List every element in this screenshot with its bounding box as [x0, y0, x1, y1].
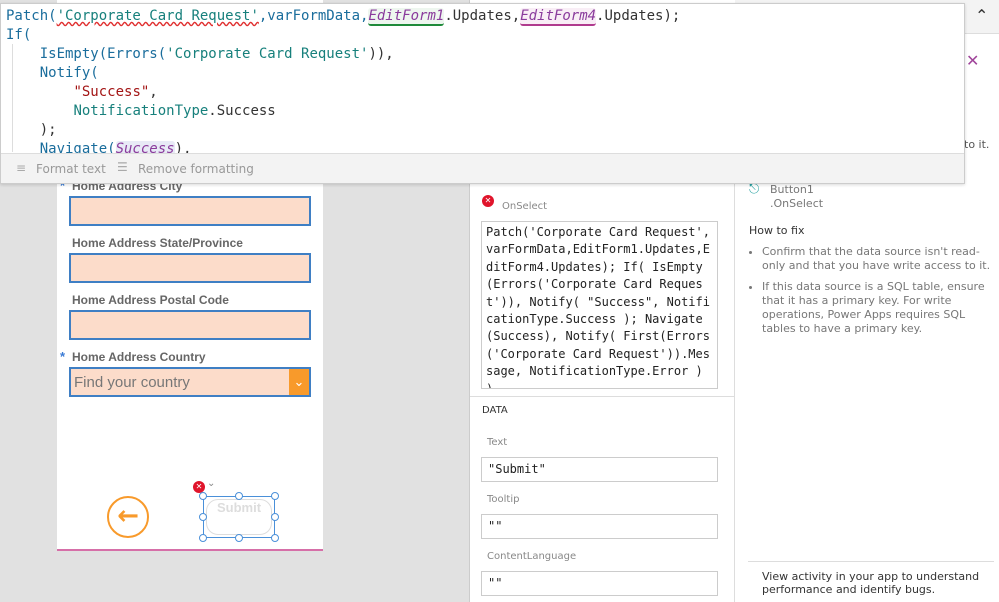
field-label: Home Address State/Province: [72, 236, 243, 250]
how-to-fix-heading: How to fix: [749, 224, 805, 237]
code-token: EditForm4: [520, 8, 597, 26]
submit-label: Submit: [206, 499, 272, 535]
code-token: NotificationType: [73, 103, 209, 119]
onselect-formula[interactable]: Patch('Corporate Card Request',varFormDa…: [481, 221, 718, 389]
partial-text: to it.: [964, 138, 990, 151]
code-line: If(: [6, 26, 680, 45]
property-name: .OnSelect: [770, 197, 824, 210]
code-token: )),: [368, 46, 394, 62]
state-input[interactable]: [69, 253, 311, 283]
code-token: .Updates);: [596, 8, 681, 24]
resize-handle[interactable]: [235, 534, 243, 542]
tooltip-label: Tooltip: [487, 494, 520, 505]
submit-button[interactable]: Submit: [199, 492, 279, 542]
text-property-input[interactable]: "Submit": [481, 457, 718, 482]
content-language-input[interactable]: "": [481, 571, 718, 596]
text-label: Text: [487, 437, 508, 448]
remove-formatting-icon: ☰: [117, 160, 128, 174]
chevron-down-icon[interactable]: ⌄: [207, 478, 215, 489]
formula-bar[interactable]: Patch('Corporate Card Request',varFormDa…: [0, 3, 965, 184]
code-token: 'Corporate Card Request': [56, 8, 259, 24]
code-token: Patch(: [6, 8, 57, 24]
tip: Confirm that the data source isn't read-…: [762, 245, 992, 273]
code-line: );: [6, 121, 680, 140]
code-token: ,varFormData,: [258, 8, 369, 24]
onselect-label: OnSelect: [502, 201, 548, 212]
error-icon: ✕: [482, 195, 494, 207]
resize-handle[interactable]: [271, 513, 279, 521]
monitor-text[interactable]: View activity in your app to understand …: [762, 570, 982, 596]
tip: If this data source is a SQL table, ensu…: [762, 280, 992, 336]
resize-handle[interactable]: [199, 513, 207, 521]
properties-panel: ✕ OnSelect Patch('Corporate Card Request…: [470, 183, 735, 602]
field-label: Home Address Postal Code: [72, 293, 229, 307]
formula-toolbar: ≡ Format text ☰ Remove formatting: [1, 153, 964, 183]
chevron-down-icon[interactable]: ⌄: [289, 369, 309, 395]
resize-handle[interactable]: [235, 492, 243, 500]
chevron-up-icon[interactable]: ⌃: [975, 6, 988, 25]
code-token: If(: [6, 27, 32, 43]
field-label: Home Address Country: [72, 350, 206, 364]
code-token: ,: [149, 84, 158, 100]
code-token: Updates,: [452, 8, 521, 24]
remove-formatting-button[interactable]: Remove formatting: [138, 162, 254, 176]
resize-handle[interactable]: [199, 492, 207, 500]
code-line: Patch('Corporate Card Request',varFormDa…: [6, 7, 680, 26]
code-token: 'Corporate Card Request': [166, 46, 369, 62]
code-line: NotificationType.Success: [6, 102, 680, 121]
tooltip-property-input[interactable]: "": [481, 514, 718, 539]
back-button[interactable]: ←: [107, 496, 149, 538]
code-token: EditForm1: [368, 8, 445, 26]
arrow-left-icon: ←: [117, 501, 139, 531]
format-text-icon: ≡: [16, 161, 27, 175]
code-line: Notify(: [6, 64, 680, 83]
code-token: "Success": [73, 84, 150, 100]
control-name[interactable]: Button1: [770, 183, 814, 196]
content-language-label: ContentLanguage: [487, 551, 577, 562]
resize-handle[interactable]: [271, 492, 279, 500]
code-line: "Success",: [6, 83, 680, 102]
code-token: );: [6, 122, 57, 138]
code-token: .: [444, 8, 453, 24]
country-placeholder: Find your country: [74, 374, 190, 391]
code-token: Notify(: [39, 65, 99, 81]
code-line: IsEmpty(Errors('Corporate Card Request')…: [6, 45, 680, 64]
resize-handle[interactable]: [199, 534, 207, 542]
required-marker: *: [60, 349, 66, 364]
country-combobox[interactable]: Find your country ⌄: [69, 367, 311, 397]
section-data: DATA: [482, 405, 508, 416]
close-icon[interactable]: ✕: [966, 51, 979, 70]
format-text-button[interactable]: Format text: [36, 162, 106, 176]
resize-handle[interactable]: [271, 534, 279, 542]
city-input[interactable]: [69, 196, 311, 226]
code-token: .Success: [208, 103, 276, 119]
button-control-icon: ⎋: [749, 182, 760, 197]
formula-code[interactable]: Patch('Corporate Card Request',varFormDa…: [6, 7, 680, 159]
postal-code-input[interactable]: [69, 310, 311, 340]
code-token: IsEmpty(Errors(: [39, 46, 167, 62]
